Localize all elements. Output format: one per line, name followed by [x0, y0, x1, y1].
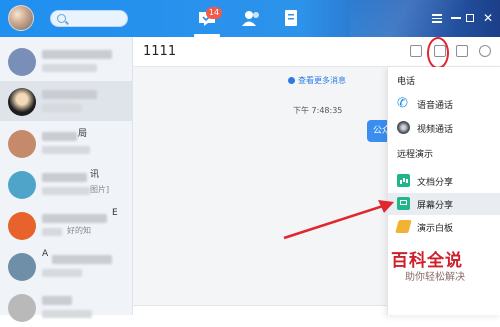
- watermark-tagline: 助你轻松解决: [405, 272, 465, 283]
